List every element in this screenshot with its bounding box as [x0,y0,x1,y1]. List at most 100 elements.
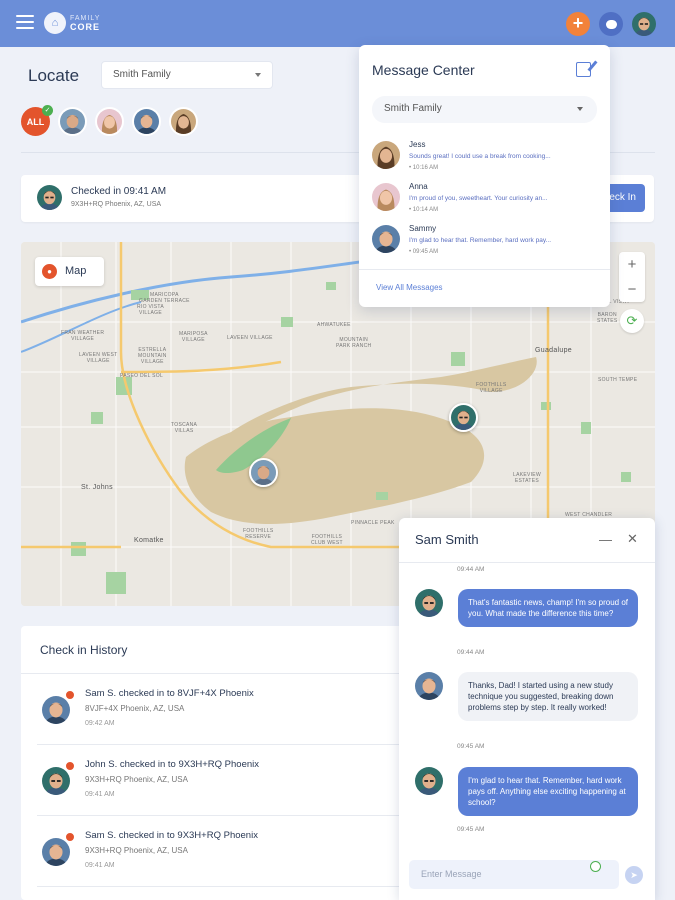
message-center-panel: Message Center Smith Family Jess Sounds … [359,45,610,307]
add-button[interactable]: + [566,12,590,36]
chat-message-time: 09:45 AM [457,743,485,750]
map-place: MOUNTAIN PARK RANCH [336,337,372,349]
message-avatar [372,141,400,169]
map-place: RIO VISTA VILLAGE [137,304,165,316]
checkin-history-panel: Check in History Sam S. checked in to 8V… [21,626,421,900]
history-item-time: 09:41 AM [85,791,115,798]
map-place: SOUTH TEMPE [598,377,638,383]
menu-icon[interactable] [16,15,34,29]
checkin-avatar [37,185,62,210]
chat-icon [605,19,617,29]
chat-window: Sam Smith — ✕ 09:44 AM That's fantastic … [399,518,655,900]
member-avatar[interactable] [58,107,87,136]
history-row[interactable]: Sam S. checked in to 8VJF+4X Phoenix 8VJ… [21,674,421,745]
map-member-marker[interactable] [249,458,278,487]
filter-all-button[interactable]: ALL ✓ [21,105,53,136]
history-row[interactable]: John S. checked in to 9X3H+RQ Phoenix 9X… [21,745,421,816]
message-item[interactable]: Jess Sounds great! I could use a break f… [372,139,597,181]
map-place: FOOTHILLS VILLAGE [476,382,507,394]
logo-text-bottom: CORE [70,22,101,32]
history-row[interactable]: Sam S. checked in to 9X3H+RQ Phoenix 9X3… [21,816,421,887]
message-family-select-value: Smith Family [384,103,442,114]
chevron-down-icon [577,107,583,111]
map-place: Guadalupe [535,347,572,354]
message-input[interactable]: Enter Message [409,860,619,889]
user-avatar[interactable] [632,12,656,36]
message-avatar [372,183,400,211]
zoom-out-button[interactable]: − [619,277,645,302]
chat-bubble-sent: That's fantastic news, champ! I'm so pro… [458,589,638,627]
map-place: LAVEEN VILLAGE [227,335,273,341]
minimize-button[interactable]: — [599,532,612,547]
map-place: LAKEVIEW ESTATES [513,472,541,484]
history-item-address: 8VJF+4X Phoenix, AZ, USA [85,704,185,713]
map-place: PASEO DEL SOL [120,373,164,379]
divider [37,886,421,887]
family-select[interactable]: Smith Family [101,61,273,89]
family-select-value: Smith Family [113,69,171,80]
divider [399,562,655,563]
message-sender: Sammy [409,224,437,233]
history-item-time: 09:42 AM [85,720,115,727]
chat-bubble-sent: I'm glad to hear that. Remember, hard wo… [458,767,638,816]
message-item[interactable]: Anna I'm proud of you, sweetheart. Your … [372,181,597,223]
history-item-address: 9X3H+RQ Phoenix, AZ, USA [85,775,188,784]
chat-message-time: 09:45 AM [457,826,485,833]
message-time: • 10:14 AM [409,207,439,213]
history-item-title: John S. checked in to 9X3H+RQ Phoenix [85,759,260,770]
map-place: LAVEEN WEST VILLAGE [79,352,118,364]
map-place: MARICOPA GARDEN TERRACE [139,292,190,304]
messages-button[interactable] [599,12,623,36]
message-time: • 09:45 AM [409,249,439,255]
refresh-icon[interactable]: ⟳ [620,309,644,333]
message-item[interactable]: Sammy I'm glad to hear that. Remember, h… [372,223,597,265]
map-member-marker[interactable] [449,403,478,432]
chat-avatar [415,672,443,700]
location-pin-icon [65,690,75,700]
view-all-messages-link[interactable]: View All Messages [376,283,443,292]
compose-icon[interactable] [576,62,591,77]
chat-message-time: 09:44 AM [457,566,485,573]
checkin-title: Checked in 09:41 AM [71,186,167,197]
send-button[interactable]: ➤ [625,866,643,884]
history-avatar [42,767,70,795]
map-label: ● Map [35,257,104,286]
chat-message-time: 09:44 AM [457,649,485,656]
map-place: FOOTHILLS RESERVE [243,528,274,540]
map-place: St. Johns [81,484,113,491]
map-place: Komatke [134,537,164,544]
map-place: PINNACLE PEAK [351,520,395,526]
divider [359,269,610,270]
close-button[interactable]: ✕ [627,531,638,547]
location-pin-icon [65,832,75,842]
history-item-title: Sam S. checked in to 9X3H+RQ Phoenix [85,830,258,841]
chat-avatar [415,589,443,617]
map-place: AHWATUKEE [317,322,351,328]
zoom-in-button[interactable]: + [619,252,645,277]
history-item-time: 09:41 AM [85,862,115,869]
history-item-address: 9X3H+RQ Phoenix, AZ, USA [85,846,188,855]
history-avatar [42,696,70,724]
map-place: BARON STATES [597,312,618,324]
emoji-icon[interactable] [590,861,601,872]
history-item-title: Sam S. checked in to 8VJF+4X Phoenix [85,688,254,699]
checkin-address: 9X3H+RQ Phoenix, AZ, USA [71,201,162,208]
message-time: • 10:16 AM [409,165,439,171]
app-logo[interactable]: ⌂ FAMILY CORE [44,12,100,34]
member-avatar[interactable] [132,107,161,136]
chat-avatar [415,767,443,795]
logo-icon: ⌂ [44,12,66,34]
history-avatar [42,838,70,866]
map-place: ESTRELLA MOUNTAIN VILLAGE [138,347,167,365]
member-avatar[interactable] [169,107,198,136]
location-pin-icon [65,761,75,771]
message-preview: I'm proud of you, sweetheart. Your curio… [409,195,548,202]
top-bar: ⌂ FAMILY CORE + [0,0,675,47]
map-pin-icon: ● [42,264,57,279]
map-place: MARIPOSA VILLAGE [179,331,208,343]
chat-title: Sam Smith [415,532,479,547]
member-avatar[interactable] [95,107,124,136]
message-family-select[interactable]: Smith Family [372,96,597,123]
filter-all-label: ALL [26,116,45,127]
map-label-text: Map [65,265,87,277]
